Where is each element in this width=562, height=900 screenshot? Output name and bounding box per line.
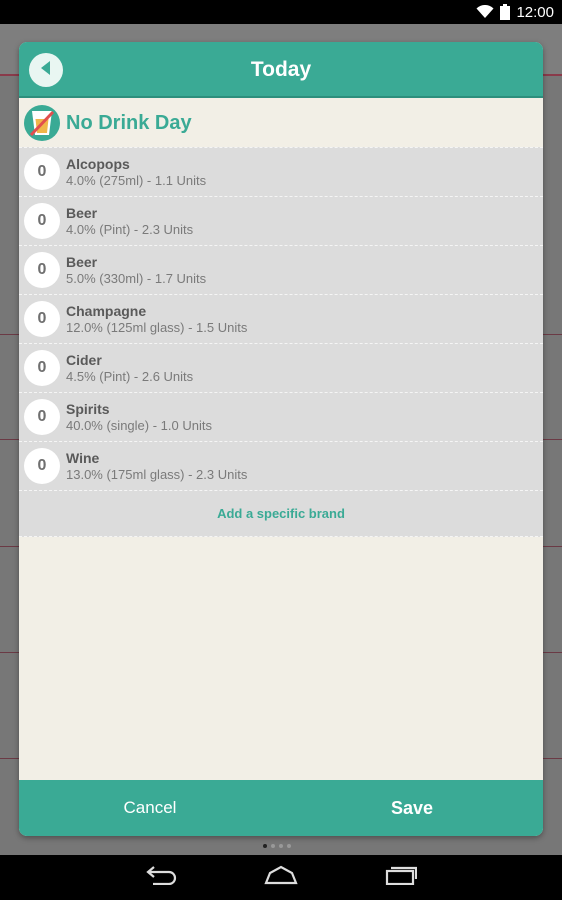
drink-count[interactable]: 0 [24, 301, 60, 337]
no-drink-day-label: No Drink Day [66, 111, 192, 134]
drink-detail: 4.0% (Pint) - 2.3 Units [66, 221, 194, 237]
nav-home-button[interactable] [263, 863, 299, 893]
drink-name: Cider [66, 351, 102, 368]
drink-name: Beer [66, 253, 98, 270]
nav-recents-icon [385, 865, 418, 890]
battery-icon [500, 4, 511, 20]
nav-back-button[interactable] [143, 863, 179, 893]
add-specific-brand-button[interactable]: Add a specific brand [19, 490, 543, 537]
drink-row-champagne[interactable]: 0 Champagne 12.0% (125ml glass) - 1.5 Un… [19, 294, 543, 343]
drink-count[interactable]: 0 [24, 399, 60, 435]
navigation-bar [0, 855, 562, 900]
drink-row-spirits[interactable]: 0 Spirits 40.0% (single) - 1.0 Units [19, 392, 543, 441]
nav-home-icon [264, 865, 298, 890]
dialog-header: Today [19, 42, 543, 98]
drink-name: Wine [66, 449, 100, 466]
back-arrow-icon [39, 60, 53, 81]
page-indicator [263, 844, 291, 848]
drink-name: Beer [66, 204, 98, 221]
drink-count[interactable]: 0 [24, 448, 60, 484]
drink-count[interactable]: 0 [24, 154, 60, 190]
cancel-button[interactable]: Cancel [19, 780, 281, 836]
no-drink-glass-icon [24, 105, 60, 141]
no-drink-day-toggle[interactable]: No Drink Day [19, 98, 543, 148]
nav-recents-button[interactable] [383, 863, 419, 893]
drink-detail: 5.0% (330ml) - 1.7 Units [66, 270, 207, 286]
drink-name: Spirits [66, 400, 110, 417]
drink-row-beer-330ml[interactable]: 0 Beer 5.0% (330ml) - 1.7 Units [19, 245, 543, 294]
drink-detail: 13.0% (175ml glass) - 2.3 Units [66, 466, 248, 482]
back-button[interactable] [29, 53, 63, 87]
drink-detail: 4.5% (Pint) - 2.6 Units [66, 368, 194, 384]
drink-row-cider[interactable]: 0 Cider 4.5% (Pint) - 2.6 Units [19, 343, 543, 392]
drink-name: Champagne [66, 302, 147, 319]
drink-row-beer-pint[interactable]: 0 Beer 4.0% (Pint) - 2.3 Units [19, 196, 543, 245]
drink-detail: 40.0% (single) - 1.0 Units [66, 417, 212, 433]
drink-name: Alcopops [66, 155, 130, 172]
drink-detail: 4.0% (275ml) - 1.1 Units [66, 172, 207, 188]
wifi-icon [476, 5, 494, 19]
nav-back-icon [145, 865, 177, 890]
drink-detail: 12.0% (125ml glass) - 1.5 Units [66, 319, 248, 335]
status-time: 12:00 [516, 3, 554, 21]
drink-row-alcopops[interactable]: 0 Alcopops 4.0% (275ml) - 1.1 Units [19, 147, 543, 196]
today-dialog: Today No Drink Day 0 Alcopops 4.0% (275m… [19, 42, 543, 836]
drink-count[interactable]: 0 [24, 203, 60, 239]
drink-list: 0 Alcopops 4.0% (275ml) - 1.1 Units 0 Be… [19, 147, 543, 537]
dialog-title: Today [250, 58, 312, 81]
save-button[interactable]: Save [281, 780, 543, 836]
drink-count[interactable]: 0 [24, 350, 60, 386]
status-bar: 12:00 [0, 0, 562, 24]
drink-row-wine[interactable]: 0 Wine 13.0% (175ml glass) - 2.3 Units [19, 441, 543, 490]
dialog-footer: Cancel Save [19, 780, 543, 836]
drink-count[interactable]: 0 [24, 252, 60, 288]
